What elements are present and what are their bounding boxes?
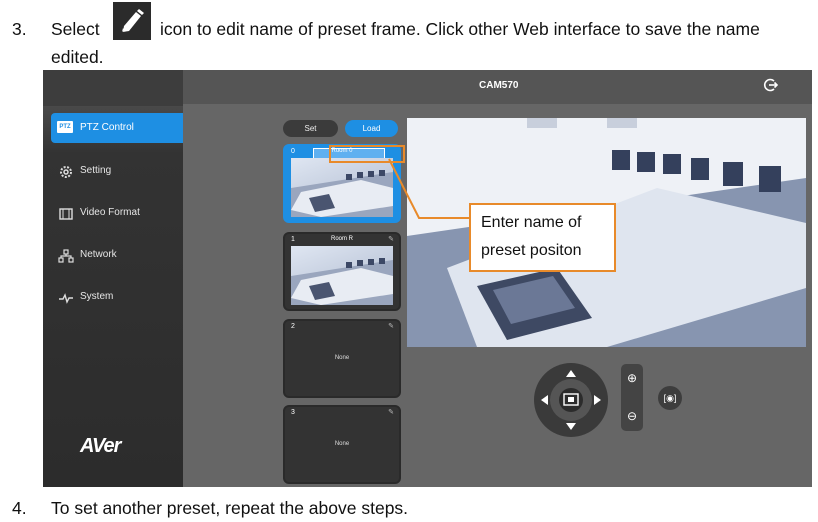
zoom-in-icon[interactable]: ⊕ bbox=[624, 370, 640, 386]
zoom-out-icon[interactable]: ⊖ bbox=[624, 408, 640, 424]
callout-line-1: Enter name of bbox=[481, 214, 582, 231]
step-3-text-continuation: edited. bbox=[51, 47, 104, 67]
pencil-icon bbox=[113, 2, 151, 40]
step-3-number: 3. bbox=[12, 19, 27, 39]
step-3-text-after-icon: icon to edit name of preset frame. Click… bbox=[160, 19, 760, 39]
callout-line-2: preset positon bbox=[481, 242, 582, 259]
auto-focus-icon[interactable]: [◉] bbox=[658, 386, 682, 410]
step-4-text: To set another preset, repeat the above … bbox=[51, 498, 409, 518]
ptz-direction-pad bbox=[534, 363, 608, 437]
web-interface-screenshot: PTZ PTZ Control Setting Video Format Net… bbox=[43, 70, 812, 487]
annotation-callout: Enter name of preset positon bbox=[469, 203, 616, 272]
callout-connector bbox=[388, 158, 469, 219]
home-icon[interactable] bbox=[559, 388, 583, 412]
step-4-number: 4. bbox=[12, 498, 27, 518]
zoom-control: ⊕ ⊖ bbox=[621, 364, 643, 431]
step-3-text-before-icon: Select bbox=[51, 19, 100, 39]
